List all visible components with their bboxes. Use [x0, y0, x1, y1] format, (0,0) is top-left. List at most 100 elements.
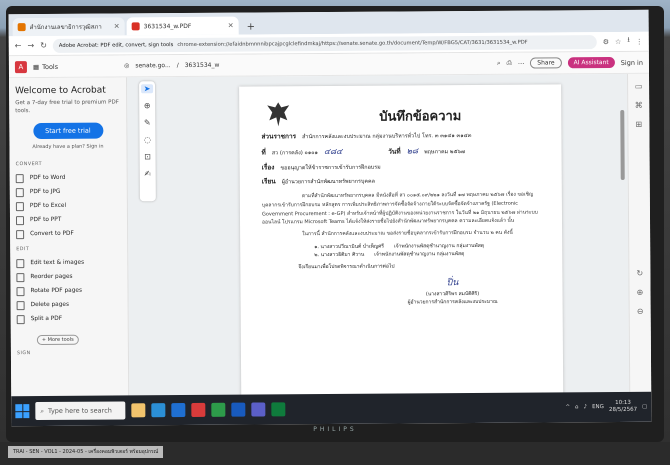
- fill-sign-icon[interactable]: ✍: [144, 169, 151, 178]
- text-box-icon[interactable]: ⊡: [144, 152, 151, 161]
- ref-label: ที่: [261, 148, 266, 157]
- agency-value: สำนักการคลังและงบประมาณ กลุ่มงานบริหารทั…: [302, 133, 472, 141]
- file-explorer-icon[interactable]: [131, 403, 146, 418]
- new-tab-button[interactable]: +: [241, 21, 261, 34]
- volume-icon[interactable]: ♪: [584, 404, 588, 410]
- clock[interactable]: 10:13 28/5/2567: [609, 400, 637, 413]
- bookmark-icon[interactable]: ⌘: [635, 101, 643, 110]
- forward-icon[interactable]: →: [27, 41, 34, 50]
- select-cursor-icon[interactable]: ➤: [141, 84, 154, 94]
- start-free-trial-button[interactable]: Start free trial: [32, 122, 103, 140]
- comment-icon[interactable]: ▭: [635, 82, 643, 91]
- tools-button[interactable]: ▦ Tools: [33, 62, 58, 70]
- word-icon: [15, 174, 24, 184]
- bookmark-star-icon[interactable]: ☆: [615, 37, 621, 45]
- ref-handwritten: ๔๘๔: [323, 146, 343, 157]
- more-tools-button[interactable]: + More tools: [36, 335, 79, 346]
- tool-rotate-pages[interactable]: Rotate PDF pages: [16, 284, 121, 299]
- tool-pdf-to-excel[interactable]: PDF to Excel: [15, 199, 121, 214]
- senate-favicon-icon: [17, 23, 26, 32]
- close-tab-icon[interactable]: ✕: [228, 22, 234, 30]
- image-icon: [15, 188, 24, 198]
- zoom-out-icon[interactable]: ⊖: [637, 307, 644, 316]
- list-item: ๒. นางสาวธิติมา ศิวาน เจ้าพนักงานพัสดุชำ…: [314, 249, 540, 259]
- ref-value: สว (การคลัง) ๐๑๐๑: [271, 150, 318, 157]
- menu-dots-icon[interactable]: ⋮: [636, 37, 643, 45]
- tool-delete-pages[interactable]: Delete pages: [16, 298, 122, 313]
- tool-label: Rotate PDF pages: [30, 288, 82, 295]
- teams-icon[interactable]: [251, 402, 266, 417]
- tool-label: Reorder pages: [30, 274, 73, 281]
- screen: สำนักงานเลขาธิการวุฒิสภา ✕ 3631534_w.PDF…: [8, 9, 652, 427]
- tool-convert-to-pdf[interactable]: Convert to PDF: [16, 227, 121, 242]
- draw-pen-icon[interactable]: ✎: [144, 118, 151, 127]
- file-info: ◎ senate.go... / 3631534_w: [124, 62, 219, 70]
- close-tab-icon[interactable]: ✕: [114, 22, 120, 30]
- zoom-in-icon[interactable]: ⊕: [637, 288, 644, 297]
- browser-tab-pdf[interactable]: 3631534_w.PDF ✕: [126, 16, 239, 36]
- tool-split-pdf[interactable]: Split a PDF: [16, 312, 122, 327]
- garuda-emblem-icon: [267, 102, 290, 127]
- to-label: เรียน: [261, 177, 276, 186]
- globe-icon: ◎: [124, 62, 130, 70]
- lasso-icon[interactable]: ◌: [144, 135, 151, 144]
- ai-assistant-button[interactable]: AI Assistant: [567, 57, 615, 69]
- tool-pdf-to-jpg[interactable]: PDF to JPG: [15, 185, 121, 200]
- print-icon[interactable]: ⎙: [507, 59, 512, 68]
- panel-title: Welcome to Acrobat: [15, 85, 106, 97]
- signature-block: ปิ่น (นางสาวศิริพร สมบัติศิริ) ผู้อำนวยก…: [402, 276, 502, 307]
- notification-icon[interactable]: ▢: [642, 404, 647, 410]
- monitor-brand: PHILIPS: [313, 426, 357, 433]
- tool-pdf-to-word[interactable]: PDF to Word: [15, 171, 121, 186]
- ref-row: ที่ สว (การคลัง) ๐๑๐๑ ๔๘๔ วันที่ ๒๘ พฤษภ…: [261, 144, 539, 159]
- zoom-icon[interactable]: ⊕: [144, 101, 151, 110]
- reload-icon[interactable]: ↻: [40, 41, 47, 50]
- search-placeholder: Type here to search: [47, 406, 112, 415]
- right-rail: ▭ ⌘ ⊞ ↻ ⊕ ⊖: [627, 73, 652, 392]
- tools-label: Tools: [42, 62, 59, 71]
- tool-pdf-to-ppt[interactable]: PDF to PPT: [15, 213, 121, 228]
- tool-edit-text[interactable]: Edit text & images: [16, 256, 121, 271]
- taskbar-search-input[interactable]: ⌕ Type here to search: [35, 401, 126, 421]
- left-panel-scrollbar[interactable]: [620, 109, 625, 180]
- language-indicator[interactable]: ENG: [592, 404, 604, 410]
- edge-icon[interactable]: [151, 403, 166, 418]
- clock-date: 28/5/2567: [608, 406, 638, 414]
- chrome-icon[interactable]: [211, 402, 226, 417]
- attachment-icon[interactable]: ⊞: [635, 120, 642, 129]
- tool-label: PDF to PPT: [29, 217, 62, 224]
- search-icon: ⌕: [40, 406, 45, 415]
- back-icon[interactable]: ←: [15, 41, 22, 50]
- already-have-plan-link[interactable]: Already have a plan? Sign in: [15, 144, 120, 151]
- excel-app-icon[interactable]: [271, 402, 286, 417]
- acrobat-logo-icon: A: [14, 60, 27, 73]
- refresh-icon[interactable]: ↻: [637, 269, 644, 278]
- memo-title: บันทึกข้อความ: [379, 109, 462, 125]
- share-button[interactable]: Share: [530, 57, 562, 69]
- search-icon[interactable]: ⌕: [497, 59, 501, 68]
- reorder-icon: [16, 273, 25, 283]
- acrobat-app-icon[interactable]: [191, 402, 206, 417]
- word-app-icon[interactable]: [231, 402, 246, 417]
- more-icon[interactable]: ⋯: [518, 59, 525, 67]
- agency-row: ส่วนราชการ สำนักการคลังและงบประมาณ กลุ่ม…: [261, 130, 539, 142]
- sign-in-link[interactable]: Sign in: [621, 58, 643, 66]
- date-handwritten: ๒๘: [406, 146, 419, 156]
- tab-label: 3631534_w.PDF: [143, 22, 192, 30]
- file-name[interactable]: 3631534_w: [185, 62, 220, 69]
- excel-icon: [15, 202, 24, 212]
- download-icon[interactable]: ⭳: [627, 36, 630, 47]
- windows-start-icon[interactable]: [15, 404, 30, 419]
- windows-taskbar: ⌕ Type here to search ^ ⌂ ♪ ENG 10:13 28…: [11, 391, 652, 427]
- extensions-icon[interactable]: ⚙: [603, 38, 609, 46]
- tool-reorder-pages[interactable]: Reorder pages: [16, 270, 121, 285]
- names-list: ๑. นางสาวปวีณามินต์ บำเพ็ญศรี เจ้าพนักงา…: [314, 241, 540, 259]
- tool-label: Edit text & images: [30, 260, 85, 267]
- store-icon[interactable]: [171, 403, 186, 418]
- browser-tab-senate[interactable]: สำนักงานเลขาธิการวุฒิสภา ✕: [12, 17, 125, 37]
- subject-label: เรื่อง: [261, 163, 275, 172]
- network-icon[interactable]: ⌂: [575, 404, 579, 410]
- tray-arrow-icon[interactable]: ^: [565, 404, 570, 410]
- address-bar[interactable]: Adobe Acrobat: PDF edit, convert, sign t…: [52, 34, 597, 53]
- tool-label: PDF to JPG: [29, 189, 61, 196]
